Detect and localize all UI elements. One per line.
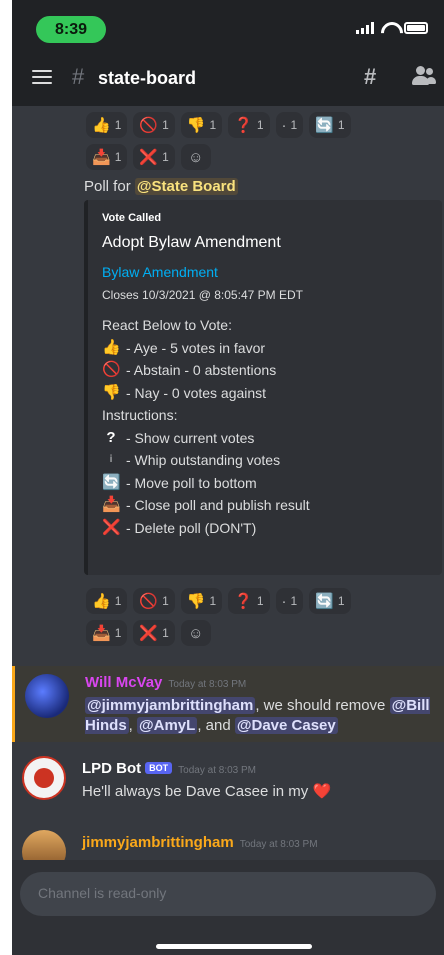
question-icon: ? [106, 428, 116, 446]
state-board-mention[interactable]: @State Board [134, 178, 238, 195]
embed-line: 📥 - Close poll and publish result [102, 494, 310, 517]
message-author[interactable]: jimmyjambrittingham Today at 8:03 PM [82, 834, 318, 851]
thumbs-down-icon: 👎 [102, 383, 121, 401]
reaction-row-top-1: 👍 1 🚫 1 👎 1 ❓ 1 · 1 🔄 1 [86, 112, 351, 138]
embed-line: ❌ - Delete poll (DON'T) [102, 517, 310, 540]
reaction-thumbs-up[interactable]: 👍 1 [86, 588, 128, 614]
embed-title: Adopt Bylaw Amendment [102, 234, 281, 251]
message-author[interactable]: Will McVay Today at 8:03 PM [85, 674, 246, 691]
reaction-row-bottom-2: 📥 1 ❌ 1 ☺ [86, 620, 211, 646]
discord-app: 8:39 # state-board # 👍 1 🚫 1 👎 1 ❓ 1 · 1 🔄 1 📥… [12, 0, 444, 955]
message-text: He'll always be Dave Casee in my ❤️ [82, 783, 332, 800]
embed-author: Vote Called [102, 212, 162, 224]
reaction-thumbs-down[interactable]: 👎 1 [180, 112, 223, 138]
reaction-inbox[interactable]: 📥 1 [86, 144, 128, 170]
reaction-question[interactable]: ❓ 1 [228, 588, 270, 614]
reaction-thumbs-up[interactable]: 👍 1 [86, 112, 128, 138]
poll-intro: Poll for @State Board [84, 178, 238, 195]
poll-embed: Vote Called Adopt Bylaw Amendment Bylaw … [84, 200, 442, 575]
user-mention[interactable]: @Dave Casey [234, 717, 338, 734]
reaction-abstain[interactable]: 🚫 1 [133, 588, 175, 614]
reaction-inbox[interactable]: 📥 1 [86, 620, 128, 646]
avatar[interactable] [22, 756, 66, 800]
avatar[interactable] [25, 674, 69, 718]
reaction-whip[interactable]: · 1 [275, 588, 304, 614]
reaction-refresh[interactable]: 🔄 1 [309, 588, 351, 614]
embed-body: React Below to Vote: 👍 - Aye - 5 votes in… [102, 314, 310, 539]
message-timestamp: Today at 8:03 PM [239, 839, 318, 850]
members-icon[interactable] [410, 66, 436, 86]
reaction-cross[interactable]: ❌ 1 [133, 144, 175, 170]
bot-badge: BOT [145, 762, 173, 774]
embed-closes: Closes 10/3/2021 @ 8:05:47 PM EDT [102, 288, 303, 302]
status-bar: 8:39 [12, 0, 444, 50]
reaction-row-bottom-1: 👍 1 🚫 1 👎 1 ❓ 1 · 1 🔄 1 [86, 588, 351, 614]
cross-icon: ❌ [102, 518, 121, 536]
embed-line: 🔄 - Move poll to bottom [102, 472, 310, 495]
message-jimmy[interactable]: jimmyjambrittingham Today at 8:03 PM [12, 822, 444, 874]
reaction-row-top-2: 📥 1 ❌ 1 ☺ [86, 144, 211, 170]
embed-line: 👎 - Nay - 0 votes against [102, 382, 310, 405]
embed-line: ⅰ- Whip outstanding votes [102, 449, 310, 472]
status-time: 8:39 [36, 16, 106, 43]
embed-line: Instructions: [102, 407, 178, 423]
menu-icon[interactable] [32, 70, 52, 84]
message-lpd-bot[interactable]: LPD Bot BOT Today at 8:03 PM He'll always … [12, 752, 444, 812]
user-mention[interactable]: @AmyL [137, 717, 198, 734]
embed-line: 👍 - Aye - 5 votes in favor [102, 337, 310, 360]
message-author[interactable]: LPD Bot BOT Today at 8:03 PM [82, 760, 256, 777]
channel-hash-icon: # [72, 64, 85, 89]
battery-icon [404, 22, 428, 34]
inbox-icon: 📥 [102, 496, 121, 513]
embed-line: ? - Show current votes [102, 427, 310, 450]
channel-name[interactable]: state-board [98, 68, 196, 89]
reaction-thumbs-down[interactable]: 👎 1 [180, 588, 223, 614]
add-reaction-icon[interactable]: ☺ [180, 620, 211, 646]
message-timestamp: Today at 8:03 PM [178, 765, 256, 776]
home-indicator[interactable] [156, 944, 312, 949]
embed-line: React Below to Vote: [102, 317, 232, 333]
message-timestamp: Today at 8:03 PM [168, 679, 247, 690]
message-will-mcvay[interactable]: Will McVay Today at 8:03 PM @jimmyjambrit… [12, 666, 444, 742]
thumbs-up-icon: 👍 [102, 338, 121, 356]
abstain-icon: 🚫 [102, 361, 121, 378]
message-composer[interactable]: Channel is read-only [20, 872, 436, 916]
message-text: @jimmyjambrittingham, we should remove @… [85, 697, 430, 734]
reaction-abstain[interactable]: 🚫 1 [133, 112, 175, 138]
embed-line: 🚫 - Abstain - 0 abstentions [102, 359, 310, 382]
signal-icon [356, 22, 374, 34]
user-mention[interactable]: @jimmyjambrittingham [85, 697, 256, 714]
reaction-refresh[interactable]: 🔄 1 [309, 112, 351, 138]
composer-placeholder: Channel is read-only [38, 885, 167, 901]
wifi-icon [381, 22, 397, 34]
whip-icon: ⅰ [109, 454, 113, 465]
embed-link[interactable]: Bylaw Amendment [102, 264, 218, 280]
status-icons [356, 22, 428, 34]
refresh-icon: 🔄 [102, 473, 121, 491]
reaction-cross[interactable]: ❌ 1 [133, 620, 175, 646]
reaction-whip[interactable]: · 1 [275, 112, 304, 138]
threads-icon[interactable]: # [364, 64, 376, 90]
reaction-question[interactable]: ❓ 1 [228, 112, 270, 138]
channel-header: # state-board # [12, 50, 444, 106]
add-reaction-icon[interactable]: ☺ [180, 144, 211, 170]
